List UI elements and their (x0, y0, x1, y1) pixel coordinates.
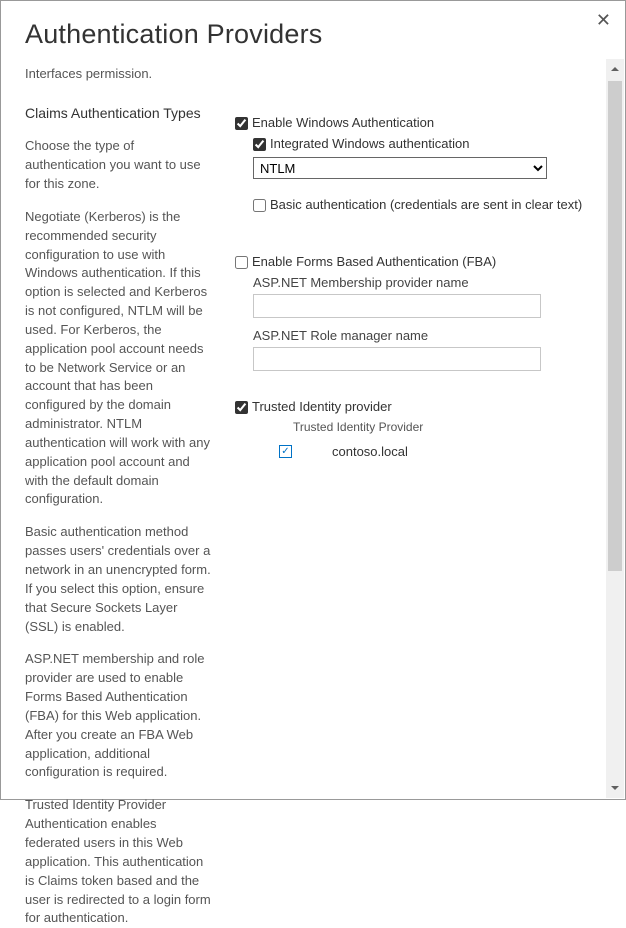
trusted-item-checkbox[interactable]: ✓ (279, 445, 292, 458)
basic-auth-label: Basic authentication (credentials are se… (270, 197, 582, 212)
dialog-title: Authentication Providers (25, 19, 601, 50)
integrated-windows-row: Integrated Windows authentication (253, 136, 621, 151)
role-manager-input[interactable] (253, 347, 541, 371)
description-paragraph: Choose the type of authentication you wa… (25, 137, 211, 194)
membership-provider-input[interactable] (253, 294, 541, 318)
subtitle-text: Interfaces permission. (1, 58, 625, 85)
enable-fba-label: Enable Forms Based Authentication (FBA) (252, 254, 496, 269)
ntlm-dropdown-container: NTLM (253, 157, 621, 179)
section-heading: Claims Authentication Types (25, 103, 211, 123)
trusted-item-label: contoso.local (332, 444, 408, 459)
description-paragraph: ASP.NET membership and role provider are… (25, 650, 211, 782)
scrollbar-thumb[interactable] (608, 81, 622, 571)
trusted-provider-row: Trusted Identity provider (235, 399, 621, 414)
trusted-provider-label: Trusted Identity provider (252, 399, 392, 414)
enable-windows-label: Enable Windows Authentication (252, 115, 434, 130)
scroll-up-button[interactable] (606, 59, 624, 79)
role-input-container (253, 347, 621, 371)
trusted-sub-heading: Trusted Identity Provider (293, 420, 621, 434)
windows-auth-type-select[interactable]: NTLM (253, 157, 547, 179)
scrollbar-track[interactable] (606, 59, 624, 798)
dialog-header: Authentication Providers ✕ (1, 1, 625, 58)
membership-input-container (253, 294, 621, 318)
enable-windows-checkbox[interactable] (235, 117, 248, 130)
description-column: Claims Authentication Types Choose the t… (25, 95, 229, 773)
chevron-down-icon (610, 783, 620, 793)
form-column: Enable Windows Authentication Integrated… (229, 95, 621, 773)
role-manager-label: ASP.NET Role manager name (253, 328, 621, 343)
content-area: Claims Authentication Types Choose the t… (1, 85, 625, 773)
description-paragraph: Basic authentication method passes users… (25, 523, 211, 636)
integrated-windows-checkbox[interactable] (253, 138, 266, 151)
enable-fba-checkbox[interactable] (235, 256, 248, 269)
description-paragraph: Negotiate (Kerberos) is the recommended … (25, 208, 211, 510)
enable-windows-row: Enable Windows Authentication (235, 115, 621, 130)
close-icon: ✕ (596, 10, 611, 30)
trusted-provider-checkbox[interactable] (235, 401, 248, 414)
basic-auth-row: Basic authentication (credentials are se… (253, 197, 621, 212)
trusted-item-row: ✓ contoso.local (279, 444, 621, 459)
close-button[interactable]: ✕ (596, 11, 611, 29)
enable-fba-row: Enable Forms Based Authentication (FBA) (235, 254, 621, 269)
description-paragraph: Trusted Identity Provider Authentication… (25, 796, 211, 928)
basic-auth-checkbox[interactable] (253, 199, 266, 212)
integrated-windows-label: Integrated Windows authentication (270, 136, 469, 151)
scroll-down-button[interactable] (606, 778, 624, 798)
chevron-up-icon (610, 64, 620, 74)
membership-label: ASP.NET Membership provider name (253, 275, 621, 290)
